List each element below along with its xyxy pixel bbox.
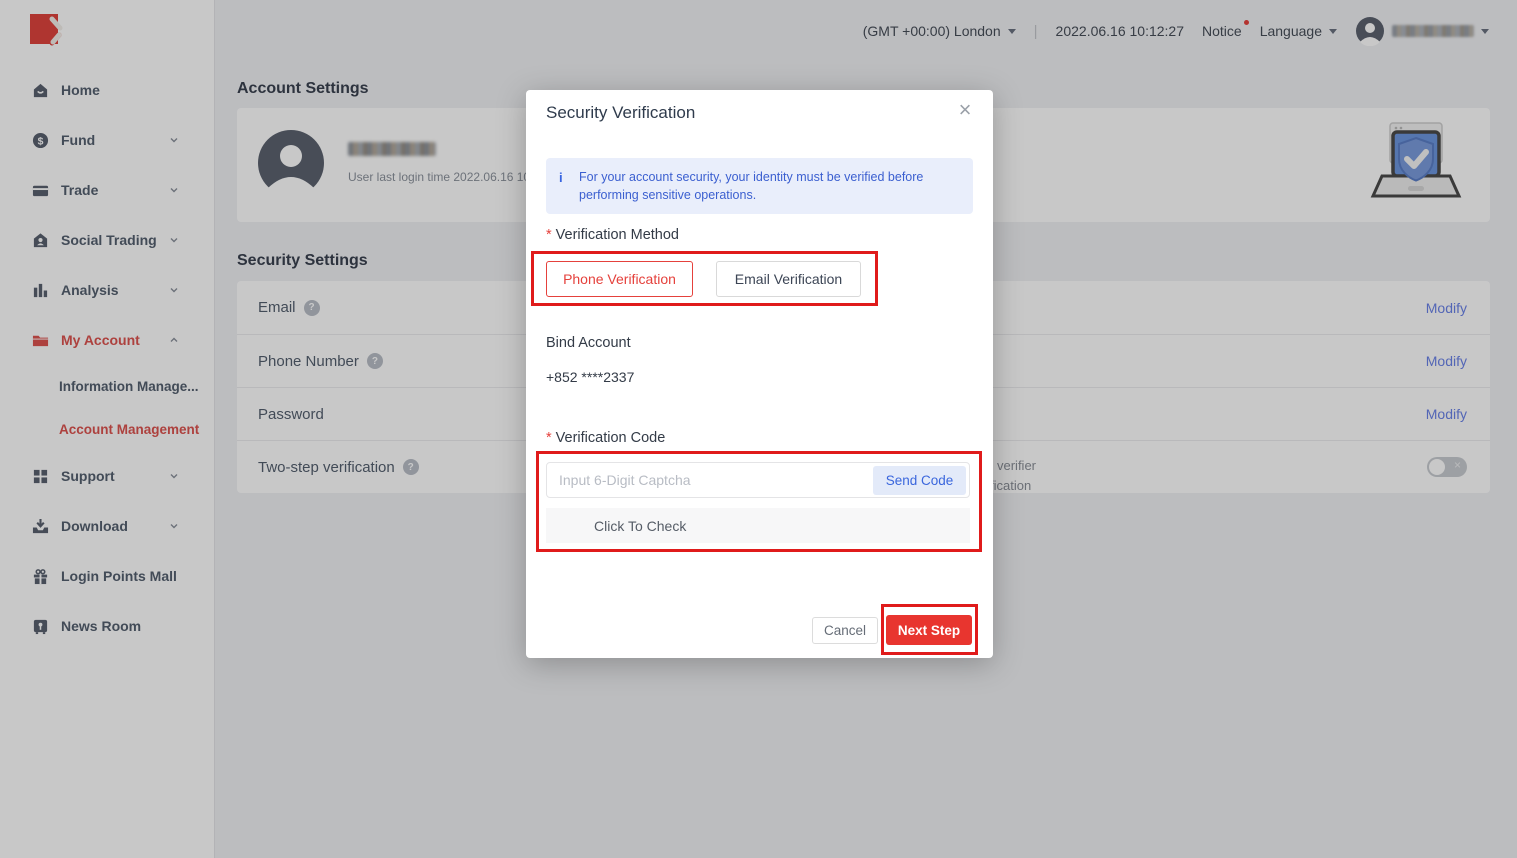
captcha-input[interactable] xyxy=(547,463,867,497)
bind-account-value: +852 ****2337 xyxy=(546,369,634,385)
security-verification-modal: Security Verification × i For your accou… xyxy=(526,90,993,658)
bind-account-label: Bind Account xyxy=(546,335,631,351)
send-code-button[interactable]: Send Code xyxy=(873,466,966,495)
required-asterisk: * xyxy=(546,430,552,446)
required-asterisk: * xyxy=(546,227,552,243)
email-verification-button[interactable]: Email Verification xyxy=(716,261,861,297)
verification-method-label: *Verification Method xyxy=(546,227,679,243)
info-banner-text: For your account security, your identity… xyxy=(579,170,923,202)
captcha-input-wrap: Send Code xyxy=(546,462,970,498)
info-banner: i For your account security, your identi… xyxy=(546,158,973,214)
verification-code-label: *Verification Code xyxy=(546,430,665,446)
info-icon: i xyxy=(559,169,563,187)
modal-title: Security Verification xyxy=(546,103,695,123)
next-step-button[interactable]: Next Step xyxy=(886,615,972,645)
app-screen: Home $ Fund Trade Social Trading Analysi… xyxy=(0,0,1517,858)
click-to-check-captcha[interactable]: Click To Check xyxy=(546,508,970,543)
cancel-button[interactable]: Cancel xyxy=(812,617,878,644)
close-icon[interactable]: × xyxy=(953,98,977,122)
phone-verification-button[interactable]: Phone Verification xyxy=(546,261,693,297)
